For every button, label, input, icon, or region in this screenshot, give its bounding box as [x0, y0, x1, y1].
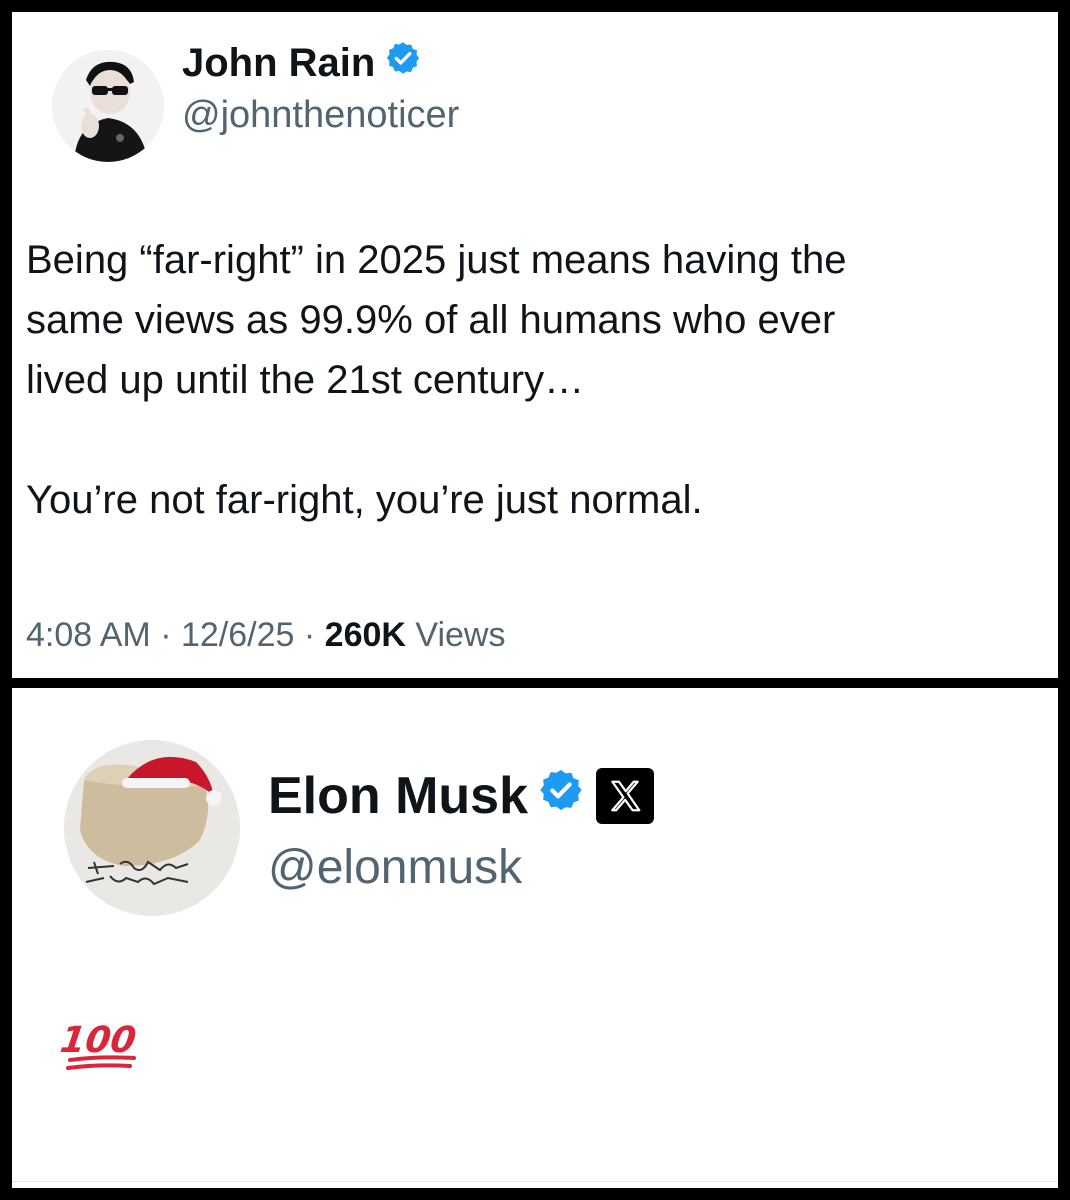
tweet-date[interactable]: 12/6/25	[181, 616, 294, 654]
author-handle[interactable]: @johnthenoticer	[182, 94, 459, 137]
tweet-card: John Rain @johnthenoticer Being “far-rig…	[12, 12, 1058, 678]
avatar-image	[64, 740, 240, 916]
tweet-time[interactable]: 4:08 AM	[26, 616, 151, 654]
meta-separator: ·	[160, 616, 172, 654]
reply-author-handle[interactable]: @elonmusk	[268, 840, 522, 895]
tweet-text-line: Being “far-right” in 2025 just means hav…	[26, 238, 847, 282]
reply-author-name[interactable]: Elon Musk	[268, 766, 655, 826]
hundred-points-emoji-icon: 100	[58, 1016, 150, 1076]
verified-badge-icon	[385, 40, 421, 86]
views-count: 260K	[324, 616, 406, 654]
verified-badge-icon	[538, 766, 584, 826]
tweet-text-line: same views as 99.9% of all humans who ev…	[26, 298, 836, 342]
reply-card: Elon Musk @elonmusk 100	[12, 688, 1058, 1188]
tweet-metadata: 4:08 AM · 12/6/25 · 260K Views	[26, 616, 506, 655]
x-logo-icon[interactable]	[596, 768, 655, 824]
reply-author-name-text[interactable]: Elon Musk	[268, 766, 528, 826]
tweet-text-line: lived up until the 21st century…	[26, 358, 585, 402]
divider	[12, 1181, 1058, 1182]
svg-text:100: 100	[60, 1018, 139, 1061]
avatar-elon-musk[interactable]	[64, 740, 240, 916]
meta-separator: ·	[303, 616, 316, 654]
avatar-john-rain[interactable]	[52, 50, 164, 162]
views-label: Views	[415, 616, 506, 654]
tweet-text: Being “far-right” in 2025 just means hav…	[26, 230, 1046, 530]
avatar-image	[52, 50, 164, 162]
author-name-text[interactable]: John Rain	[182, 41, 375, 86]
tweet-text-line: You’re not far-right, you’re just normal…	[26, 478, 703, 522]
author-name[interactable]: John Rain	[182, 40, 421, 86]
